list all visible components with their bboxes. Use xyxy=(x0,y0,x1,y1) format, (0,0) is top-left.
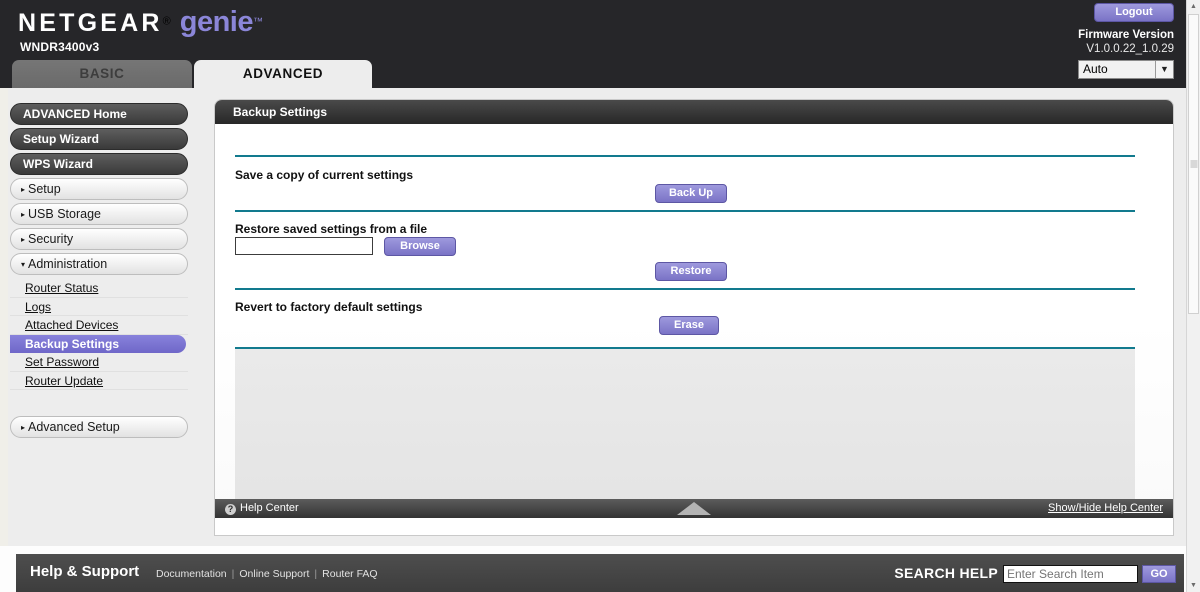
page-scrollbar[interactable]: ▲ ▼ xyxy=(1186,0,1200,592)
router-model-label: WNDR3400v3 xyxy=(20,40,100,54)
sidebar-item-router-update-label: Router Update xyxy=(25,373,104,388)
search-help-label: SEARCH HELP xyxy=(894,565,998,581)
question-mark-icon: ? xyxy=(225,504,236,515)
page-footer: Help & Support Documentation | Online Supp… xyxy=(16,554,1184,592)
main-panel: Backup Settings Save a copy of current s… xyxy=(214,99,1174,536)
restore-button[interactable]: Restore xyxy=(655,262,727,281)
panel-footer-bar: ? Help Center Show/Hide Help Center xyxy=(215,499,1173,518)
divider-top xyxy=(235,155,1135,157)
divider-bottom xyxy=(235,347,1135,349)
registered-mark-icon: ® xyxy=(162,15,171,28)
sidebar-item-router-status-label: Router Status xyxy=(25,281,99,295)
administration-submenu: Router Status Logs Attached Devices Back… xyxy=(10,279,188,390)
chevron-right-icon: ▸ xyxy=(21,235,26,244)
restore-section-label: Restore saved settings from a file xyxy=(235,222,428,236)
footer-separator: | xyxy=(231,568,235,580)
sidebar-section-setup-label: Setup xyxy=(28,182,61,196)
scroll-up-arrow-icon[interactable]: ▲ xyxy=(1187,0,1200,13)
sidebar-section-usb-storage[interactable]: ▸ USB Storage xyxy=(10,203,188,225)
divider-backup-restore xyxy=(235,210,1135,212)
footer-link-online-support[interactable]: Online Support xyxy=(239,568,309,580)
scrollbar-grip-icon xyxy=(1190,160,1197,168)
sidebar-section-advanced-setup-label: Advanced Setup xyxy=(28,420,120,434)
sidebar-section-setup[interactable]: ▸ Setup xyxy=(10,178,188,200)
sidebar-section-usb-storage-label: USB Storage xyxy=(28,207,101,221)
backup-section-label: Save a copy of current settings xyxy=(235,168,414,182)
restore-file-input[interactable] xyxy=(235,237,373,255)
sidebar-item-set-password-label: Set Password xyxy=(25,355,100,369)
sidebar-item-attached-devices-label: Attached Devices xyxy=(25,318,119,332)
trademark-icon: ™ xyxy=(253,16,263,28)
back-up-button[interactable]: Back Up xyxy=(655,184,727,203)
sidebar-item-wps-wizard[interactable]: WPS Wizard xyxy=(10,153,188,175)
sidebar-item-setup-wizard[interactable]: Setup Wizard xyxy=(10,128,188,150)
sidebar-item-router-update[interactable]: Router Update xyxy=(10,372,188,390)
sidebar-item-backup-settings-label: Backup Settings xyxy=(25,336,120,351)
sidebar-section-security-label: Security xyxy=(28,232,74,246)
divider-restore-revert xyxy=(235,288,1135,290)
sidebar-item-logs-label: Logs xyxy=(25,299,52,314)
sidebar-item-backup-settings[interactable]: Backup Settings xyxy=(10,334,186,353)
browse-button[interactable]: Browse xyxy=(384,237,456,256)
chevron-right-icon: ▸ xyxy=(21,210,26,219)
help-center-label: Help Center xyxy=(240,502,299,514)
footer-links: Documentation | Online Support | Router FAQ xyxy=(156,568,378,580)
scroll-down-arrow-icon[interactable]: ▼ xyxy=(1187,579,1200,592)
search-input[interactable] xyxy=(1003,565,1138,583)
erase-button[interactable]: Erase xyxy=(659,316,719,335)
search-go-button[interactable]: GO xyxy=(1142,565,1176,583)
sidebar-item-advanced-home[interactable]: ADVANCED Home xyxy=(10,103,188,125)
sidebar-item-router-status[interactable]: Router Status xyxy=(10,279,188,298)
sidebar-section-advanced-setup[interactable]: ▸ Advanced Setup xyxy=(10,416,188,438)
chevron-down-icon: ▾ xyxy=(21,260,26,269)
sidebar-item-logs[interactable]: Logs xyxy=(10,298,188,316)
firmware-version-value: V1.0.0.22_1.0.29 xyxy=(1086,43,1174,55)
sidebar-item-set-password[interactable]: Set Password xyxy=(10,353,188,372)
firmware-version-label: Firmware Version xyxy=(1078,29,1174,41)
panel-empty-area xyxy=(235,349,1135,518)
page-root: NETGEAR® genie™ WNDR3400v3 Logout Firmwar… xyxy=(0,0,1200,592)
logout-button[interactable]: Logout xyxy=(1094,3,1174,22)
footer-link-documentation[interactable]: Documentation xyxy=(156,568,227,580)
netgear-wordmark: NETGEAR xyxy=(18,9,163,37)
sidebar-section-administration-label: Administration xyxy=(28,257,108,271)
show-hide-help-center-link[interactable]: Show/Hide Help Center xyxy=(1048,499,1163,518)
chevron-right-icon: ▸ xyxy=(21,185,26,194)
footer-separator: | xyxy=(314,568,318,580)
netgear-genie-logo: NETGEAR® genie™ xyxy=(18,6,263,39)
language-select-value: Auto xyxy=(1083,62,1108,76)
chevron-down-icon[interactable]: ▼ xyxy=(1155,61,1173,78)
chevron-right-icon: ▸ xyxy=(21,423,26,432)
genie-wordmark: genie xyxy=(179,6,254,38)
help-support-title: Help & Support xyxy=(30,563,140,580)
expand-help-caret-icon[interactable] xyxy=(677,502,711,515)
tab-basic[interactable]: BASIC xyxy=(12,60,192,88)
sidebar: ADVANCED Home Setup Wizard WPS Wizard ▸ S… xyxy=(10,103,188,441)
revert-section-label: Revert to factory default settings xyxy=(235,300,423,314)
scrollbar-thumb[interactable] xyxy=(1188,14,1199,314)
panel-body: Save a copy of current settings Back Up … xyxy=(215,124,1173,518)
sidebar-item-attached-devices[interactable]: Attached Devices xyxy=(10,316,188,335)
left-edge-strip xyxy=(0,88,8,546)
language-select[interactable]: Auto ▼ xyxy=(1078,60,1174,79)
tab-advanced[interactable]: ADVANCED xyxy=(194,60,372,88)
sidebar-section-security[interactable]: ▸ Security xyxy=(10,228,188,250)
help-center-link[interactable]: ? Help Center xyxy=(225,499,299,518)
footer-link-router-faq[interactable]: Router FAQ xyxy=(322,568,377,580)
sidebar-section-administration[interactable]: ▾ Administration xyxy=(10,253,188,275)
panel-title: Backup Settings xyxy=(215,100,1173,124)
